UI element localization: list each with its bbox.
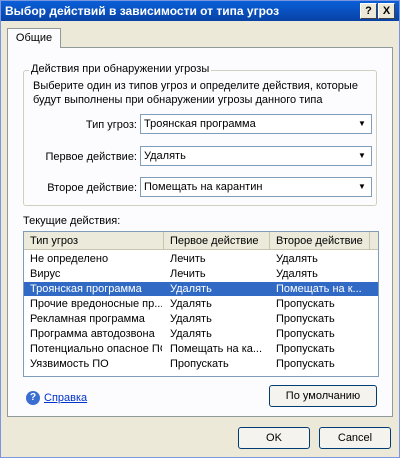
window-title: Выбор действий в зависимости от типа угр… — [5, 4, 280, 18]
cell-second-action: Пропускать — [276, 313, 335, 325]
help-title-button[interactable]: ? — [360, 3, 377, 19]
first-action-select[interactable]: Удалять ▼ — [140, 146, 372, 166]
column-header-threat-type[interactable]: Тип угроз — [24, 232, 164, 250]
cell-threat-type: Рекламная программа — [30, 313, 145, 325]
cell-threat-type: Прочие вредоносные пр... — [30, 298, 162, 310]
dialog-window: Выбор действий в зависимости от типа угр… — [0, 0, 400, 458]
table-row[interactable]: Вирус Лечить Удалять — [24, 267, 378, 281]
threat-type-value: Троянская программа — [144, 118, 256, 130]
help-link[interactable]: Справка — [44, 392, 87, 404]
table-row[interactable]: Уязвимость ПО Пропускать Пропускать — [24, 357, 378, 371]
cell-second-action: Пропускать — [276, 358, 335, 370]
cell-first-action: Лечить — [170, 253, 206, 265]
defaults-button[interactable]: По умолчанию — [269, 385, 377, 407]
close-icon: X — [382, 5, 391, 17]
cell-second-action: Пропускать — [276, 343, 335, 355]
chevron-down-icon[interactable]: ▼ — [354, 179, 370, 195]
tab-label: Общие — [15, 32, 53, 44]
table-row[interactable]: Программа автодозвона Удалять Пропускать — [24, 327, 378, 341]
cell-threat-type: Программа автодозвона — [30, 328, 155, 340]
cell-first-action: Удалять — [170, 328, 212, 340]
cell-first-action: Удалять — [170, 313, 212, 325]
list-header: Тип угроз Первое действие Второе действи… — [24, 232, 378, 250]
groupbox-title: Действия при обнаружении угрозы — [29, 63, 212, 75]
help-icon[interactable]: ? — [26, 391, 40, 405]
cell-second-action: Пропускать — [276, 328, 335, 340]
cell-first-action: Лечить — [170, 268, 206, 280]
current-actions-list[interactable]: Тип угроз Первое действие Второе действи… — [23, 231, 379, 377]
column-header-first-action[interactable]: Первое действие — [164, 232, 270, 250]
cell-threat-type: Не определено — [30, 253, 109, 265]
column-header-second-action[interactable]: Второе действие — [270, 232, 370, 250]
cancel-button[interactable]: Cancel — [319, 427, 391, 449]
chevron-down-icon[interactable]: ▼ — [354, 148, 370, 164]
title-bar: Выбор действий в зависимости от типа угр… — [1, 1, 399, 21]
chevron-down-icon[interactable]: ▼ — [354, 116, 370, 132]
cell-first-action: Пропускать — [170, 358, 229, 370]
cell-second-action: Удалять — [276, 268, 318, 280]
threat-type-label: Тип угроз: — [85, 119, 137, 131]
groupbox-description: Выберите один из типов угроз и определит… — [33, 80, 358, 106]
cell-threat-type: Уязвимость ПО — [30, 358, 109, 370]
cell-second-action: Удалять — [276, 253, 318, 265]
table-row[interactable]: Не определено Лечить Удалять — [24, 252, 378, 266]
table-row[interactable]: Троянская программа Удалять Помещать на к.… — [24, 282, 378, 296]
current-actions-label: Текущие действия: — [23, 215, 121, 227]
close-title-button[interactable]: X — [378, 3, 395, 19]
second-action-label: Второе действие: — [47, 182, 137, 194]
first-action-label: Первое действие: — [45, 151, 137, 163]
cell-threat-type: Троянская программа — [30, 283, 142, 295]
ok-button[interactable]: OK — [238, 427, 310, 449]
cell-threat-type: Вирус — [30, 268, 61, 280]
cell-first-action: Удалять — [170, 298, 212, 310]
cell-first-action: Удалять — [170, 283, 212, 295]
question-icon: ? — [365, 5, 372, 17]
threat-type-select[interactable]: Троянская программа ▼ — [140, 114, 372, 134]
tab-general[interactable]: Общие — [7, 28, 61, 48]
table-row[interactable]: Рекламная программа Удалять Пропускать — [24, 312, 378, 326]
first-action-value: Удалять — [144, 150, 186, 162]
cell-second-action: Пропускать — [276, 298, 335, 310]
cell-second-action: Помещать на к... — [276, 283, 362, 295]
second-action-select[interactable]: Помещать на карантин ▼ — [140, 177, 372, 197]
table-row[interactable]: Прочие вредоносные пр... Удалять Пропускат… — [24, 297, 378, 311]
second-action-value: Помещать на карантин — [144, 181, 263, 193]
table-row[interactable]: Потенциально опасное ПО Помещать на ка...… — [24, 342, 378, 356]
cell-first-action: Помещать на ка... — [170, 343, 263, 355]
cell-threat-type: Потенциально опасное ПО — [30, 343, 162, 355]
